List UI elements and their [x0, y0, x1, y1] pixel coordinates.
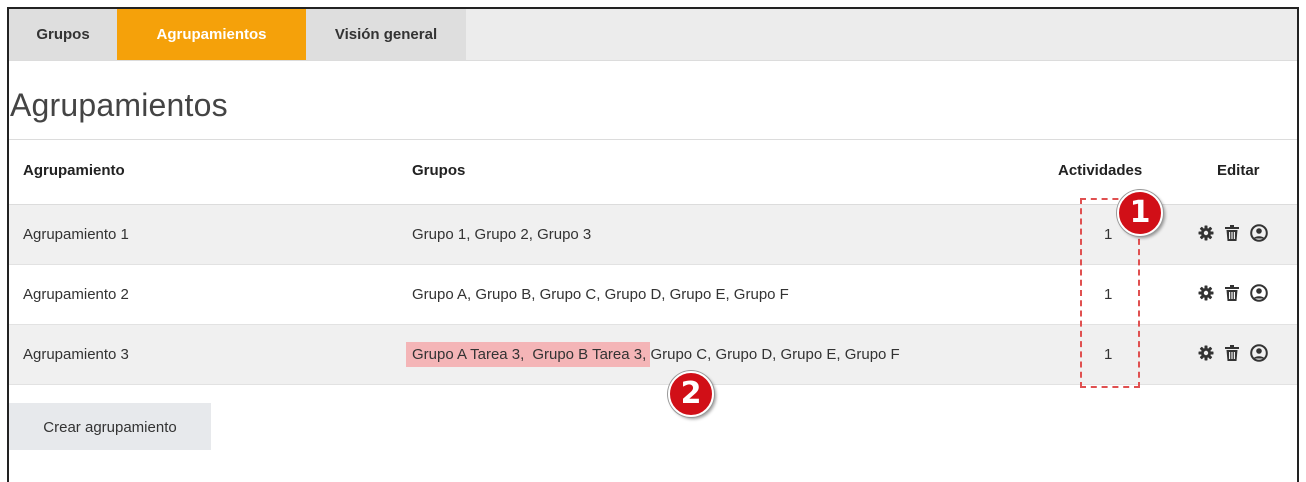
tab-vision-general[interactable]: Visión general	[306, 9, 466, 60]
header-agrupamiento: Agrupamiento	[23, 162, 125, 179]
grouping-name: Agrupamiento 3	[23, 346, 129, 363]
remaining-groups: Grupo C, Grupo D, Grupo E, Grupo F	[650, 346, 900, 363]
page-title: Agrupamientos	[10, 87, 228, 123]
edit-actions	[1198, 224, 1268, 242]
grouping-groups: Grupo A, Grupo B, Grupo C, Grupo D, Grup…	[412, 286, 789, 303]
grouping-name: Agrupamiento 1	[23, 226, 129, 243]
trash-icon[interactable]	[1225, 225, 1239, 241]
annotation-badge-2: 2	[668, 371, 714, 417]
user-icon[interactable]	[1250, 344, 1268, 362]
gear-icon[interactable]	[1198, 285, 1214, 301]
highlighted-group: Grupo A Tarea 3,	[406, 342, 529, 367]
trash-icon[interactable]	[1225, 345, 1239, 361]
edit-actions	[1198, 344, 1268, 362]
divider	[9, 139, 1297, 140]
grouping-groups: Grupo 1, Grupo 2, Grupo 3	[412, 226, 592, 243]
header-actividades: Actividades	[1058, 162, 1143, 179]
grouping-name: Agrupamiento 2	[23, 286, 129, 303]
tab-bar: Grupos Agrupamientos Visión general	[9, 9, 1297, 61]
header-editar: Editar	[1217, 162, 1260, 179]
header-grupos: Grupos	[412, 162, 466, 179]
trash-icon[interactable]	[1225, 285, 1239, 301]
annotation-badge-1: 1	[1117, 190, 1163, 236]
gear-icon[interactable]	[1198, 225, 1214, 241]
user-icon[interactable]	[1250, 284, 1268, 302]
edit-actions	[1198, 284, 1268, 302]
tab-grupos[interactable]: Grupos	[9, 9, 117, 60]
create-grouping-button[interactable]: Crear agrupamiento	[9, 403, 211, 450]
gear-icon[interactable]	[1198, 345, 1214, 361]
grouping-groups: Grupo A Tarea 3, Grupo B Tarea 3, Grupo C…	[406, 325, 900, 384]
tab-agrupamientos[interactable]: Agrupamientos	[117, 9, 306, 60]
highlighted-group: Grupo B Tarea 3,	[528, 342, 651, 367]
user-icon[interactable]	[1250, 224, 1268, 242]
